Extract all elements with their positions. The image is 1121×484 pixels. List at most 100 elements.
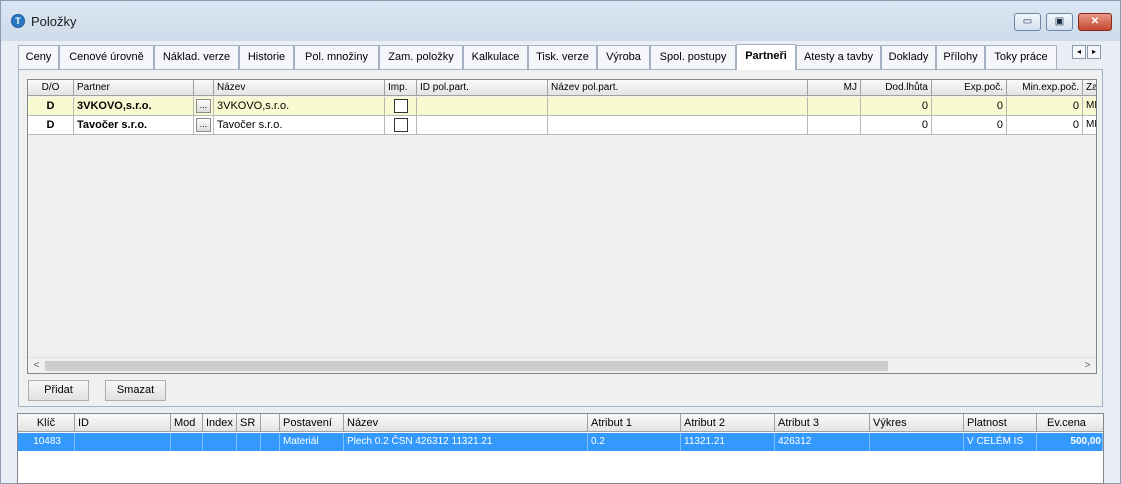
cell-nazev[interactable]: 3VKOVO,s.r.o.: [214, 97, 385, 116]
cell-blank[interactable]: [261, 433, 280, 451]
cell-atribut-2[interactable]: 11321.21: [681, 433, 775, 451]
cell-postaveni[interactable]: Materiál: [280, 433, 344, 451]
col-header-id-pol-part[interactable]: ID pol.part.: [417, 80, 548, 96]
lookup-button[interactable]: ...: [196, 118, 211, 132]
minimize-icon[interactable]: ▭: [1014, 13, 1041, 31]
cell-mj[interactable]: [808, 97, 861, 116]
cell-platnost[interactable]: V CELÉM IS: [964, 433, 1037, 451]
cell-min-exp-poc[interactable]: 0: [1007, 97, 1083, 116]
col-header-do[interactable]: D/O: [28, 80, 74, 96]
cell-lookup: ...: [194, 116, 214, 135]
col-header-klic[interactable]: Klíč: [18, 414, 75, 432]
col-header-partner[interactable]: Partner: [74, 80, 194, 96]
scrollbar-thumb[interactable]: [45, 361, 888, 371]
cell-index[interactable]: [203, 433, 237, 451]
cell-id-pol-part[interactable]: [417, 116, 548, 135]
cell-id-pol-part[interactable]: [417, 97, 548, 116]
tab-spol-postupy[interactable]: Spol. postupy: [650, 45, 736, 69]
col-header-nazev[interactable]: Název: [214, 80, 385, 96]
close-icon[interactable]: ✕: [1078, 13, 1112, 31]
col-header-imp[interactable]: Imp.: [385, 80, 417, 96]
cell-ev-cena[interactable]: 500,00: [1037, 433, 1103, 451]
item-row[interactable]: 10483 Materiál Plech 0.2 ČSN 426312 1132…: [18, 433, 1103, 451]
col-header-za[interactable]: Za: [1083, 80, 1096, 96]
tab-tisk-verze[interactable]: Tisk. verze: [528, 45, 597, 69]
col-header-platnost[interactable]: Platnost: [964, 414, 1037, 432]
cell-klic[interactable]: 10483: [18, 433, 75, 451]
cell-min-exp-poc[interactable]: 0: [1007, 116, 1083, 135]
title-bar[interactable]: T Položky ▭ ▣ ✕: [1, 1, 1120, 41]
add-button[interactable]: Přidat: [28, 380, 89, 401]
col-header-blank[interactable]: [261, 414, 280, 432]
tab-naklad-verze[interactable]: Náklad. verze: [154, 45, 239, 69]
partners-grid: D/O Partner Název Imp. ID pol.part. Náze…: [27, 79, 1097, 374]
col-header-exp-poc[interactable]: Exp.poč.: [932, 80, 1007, 96]
col-header-dod-lhuta[interactable]: Dod.lhůta: [861, 80, 932, 96]
window-title: Položky: [31, 14, 77, 29]
lookup-button[interactable]: ...: [196, 99, 211, 113]
cell-do[interactable]: D: [28, 116, 74, 135]
partners-grid-header: D/O Partner Název Imp. ID pol.part. Náze…: [28, 80, 1096, 96]
tab-kalkulace[interactable]: Kalkulace: [463, 45, 528, 69]
imp-checkbox[interactable]: [394, 99, 408, 113]
col-header-nazev-pol-part[interactable]: Název pol.part.: [548, 80, 808, 96]
col-header-vykres[interactable]: Výkres: [870, 414, 964, 432]
cell-dod-lhuta[interactable]: 0: [861, 116, 932, 135]
col-header-ev-cena[interactable]: Ev.cena: [1037, 414, 1103, 432]
cell-partner[interactable]: 3VKOVO,s.r.o.: [74, 97, 194, 116]
cell-id[interactable]: [75, 433, 171, 451]
tab-scroll-left-icon[interactable]: ◂: [1072, 45, 1086, 59]
tab-zam-polozky[interactable]: Zam. položky: [379, 45, 463, 69]
cell-nazev-pol-part[interactable]: [548, 116, 808, 135]
cell-nazev[interactable]: Tavočer s.r.o.: [214, 116, 385, 135]
partner-row[interactable]: D 3VKOVO,s.r.o. ... 3VKOVO,s.r.o. 0 0 0 …: [28, 97, 1096, 116]
cell-nazev[interactable]: Plech 0.2 ČSN 426312 11321.21: [344, 433, 588, 451]
col-header-postaveni[interactable]: Postavení: [280, 414, 344, 432]
col-header-lookup[interactable]: [194, 80, 214, 96]
cell-atribut-1[interactable]: 0.2: [588, 433, 681, 451]
cell-dod-lhuta[interactable]: 0: [861, 97, 932, 116]
tab-cenove-urovne[interactable]: Cenové úrovně: [59, 45, 154, 69]
tab-doklady[interactable]: Doklady: [881, 45, 936, 69]
cell-exp-poc[interactable]: 0: [932, 97, 1007, 116]
cell-vykres[interactable]: [870, 433, 964, 451]
tab-ceny[interactable]: Ceny: [18, 45, 59, 69]
col-header-min-exp-poc[interactable]: Min.exp.poč.: [1007, 80, 1083, 96]
tab-scroll-right-icon[interactable]: ▸: [1087, 45, 1101, 59]
col-header-atribut-3[interactable]: Atribut 3: [775, 414, 870, 432]
cell-partner[interactable]: Tavočer s.r.o.: [74, 116, 194, 135]
cell-do[interactable]: D: [28, 97, 74, 116]
col-header-sr[interactable]: SR: [237, 414, 261, 432]
col-header-atribut-2[interactable]: Atribut 2: [681, 414, 775, 432]
col-header-index[interactable]: Index: [203, 414, 237, 432]
scroll-left-icon[interactable]: <: [28, 358, 45, 373]
app-icon: T: [11, 14, 25, 28]
tab-atesty-a-tavby[interactable]: Atesty a tavby: [796, 45, 881, 69]
tab-pol-mnoziny[interactable]: Pol. množiny: [294, 45, 379, 69]
cell-za[interactable]: ME: [1083, 97, 1096, 116]
col-header-id[interactable]: ID: [75, 414, 171, 432]
col-header-nazev[interactable]: Název: [344, 414, 588, 432]
tab-toky-prace[interactable]: Toky práce: [985, 45, 1057, 69]
partner-row[interactable]: D Tavočer s.r.o. ... Tavočer s.r.o. 0 0 …: [28, 116, 1096, 135]
cell-atribut-3[interactable]: 426312: [775, 433, 870, 451]
tab-vyroba[interactable]: Výroba: [597, 45, 650, 69]
cell-za[interactable]: ME: [1083, 116, 1096, 135]
col-header-mj[interactable]: MJ: [808, 80, 861, 96]
scroll-right-icon[interactable]: >: [1079, 358, 1096, 373]
horizontal-scrollbar[interactable]: < >: [28, 357, 1096, 373]
cell-sr[interactable]: [237, 433, 261, 451]
cell-imp: [385, 97, 417, 116]
imp-checkbox[interactable]: [394, 118, 408, 132]
col-header-mod[interactable]: Mod: [171, 414, 203, 432]
cell-mod[interactable]: [171, 433, 203, 451]
tab-prilohy[interactable]: Přílohy: [936, 45, 985, 69]
cell-mj[interactable]: [808, 116, 861, 135]
delete-button[interactable]: Smazat: [105, 380, 166, 401]
tab-partneri[interactable]: Partneři: [736, 44, 796, 70]
cell-nazev-pol-part[interactable]: [548, 97, 808, 116]
cell-exp-poc[interactable]: 0: [932, 116, 1007, 135]
tab-historie[interactable]: Historie: [239, 45, 294, 69]
maximize-icon[interactable]: ▣: [1046, 13, 1073, 31]
col-header-atribut-1[interactable]: Atribut 1: [588, 414, 681, 432]
